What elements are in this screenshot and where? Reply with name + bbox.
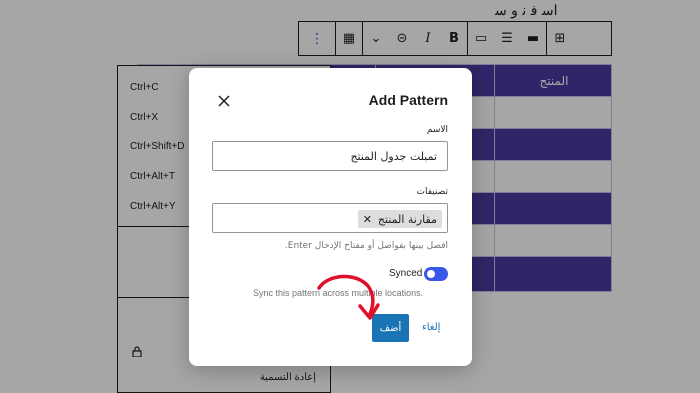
pattern-name-input[interactable]: تمبلت جدول المنتج — [212, 141, 448, 171]
synced-label: Synced — [389, 268, 423, 279]
category-token: مقارنة المنتج ✕ — [357, 210, 442, 228]
close-icon[interactable] — [215, 92, 233, 110]
cancel-button[interactable]: إلغاء — [422, 322, 440, 333]
dialog-title: Add Pattern — [368, 92, 448, 108]
remove-token-icon[interactable]: ✕ — [363, 213, 372, 226]
synced-toggle[interactable] — [424, 267, 448, 281]
pattern-name-value: تمبلت جدول المنتج — [350, 150, 437, 163]
categories-label: تصنيفات — [416, 187, 448, 197]
name-label: الاسم — [426, 125, 448, 135]
categories-help-text: افصل بينها بفواصل أو مفتاح الإدخال Enter… — [284, 241, 448, 251]
toggle-knob — [427, 270, 435, 278]
category-token-label: مقارنة المنتج — [377, 212, 437, 226]
categories-input[interactable]: مقارنة المنتج ✕ — [212, 203, 448, 233]
annotation-arrow-icon — [316, 272, 384, 322]
